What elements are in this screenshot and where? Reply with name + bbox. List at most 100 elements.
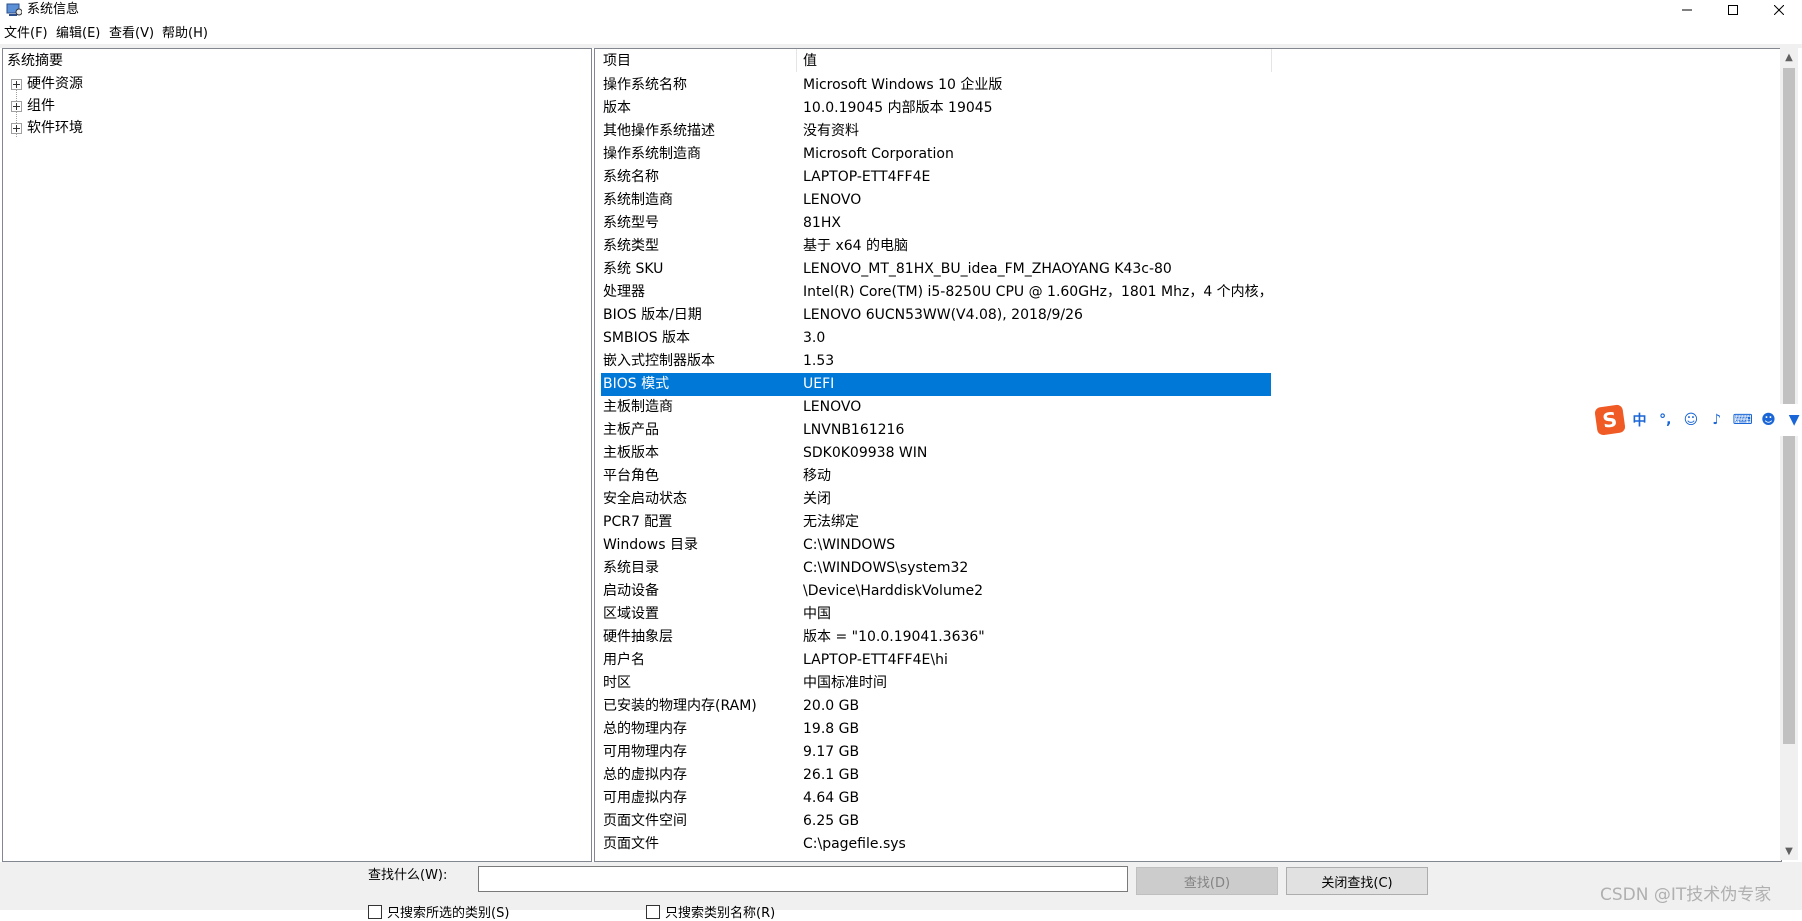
category-tree[interactable]: 系统摘要 硬件资源 组件 软件环境 <box>2 48 592 862</box>
table-row[interactable]: 总的物理内存 19.8 GB <box>601 718 1271 741</box>
expand-icon[interactable] <box>11 100 22 112</box>
row-item: 主板产品 <box>603 422 659 438</box>
user-icon[interactable]: ☻ <box>1759 410 1779 430</box>
row-value: C:\WINDOWS\system32 <box>803 560 969 576</box>
table-row[interactable]: 已安装的物理内存(RAM) 20.0 GB <box>601 695 1271 718</box>
row-item: 系统类型 <box>603 238 659 254</box>
tree-node-components[interactable]: 组件 <box>11 96 55 116</box>
table-row[interactable]: 页面文件空间 6.25 GB <box>601 810 1271 833</box>
table-row[interactable]: BIOS 版本/日期 LENOVO 6UCN53WW(V4.08), 2018/9… <box>601 304 1271 327</box>
table-row[interactable]: 启动设备 \Device\HarddiskVolume2 <box>601 580 1271 603</box>
row-item: 版本 <box>603 100 631 116</box>
table-row[interactable]: 主板制造商 LENOVO <box>601 396 1271 419</box>
table-row[interactable]: 系统类型 基于 x64 的电脑 <box>601 235 1271 258</box>
row-item: 时区 <box>603 675 631 691</box>
row-item: 页面文件 <box>603 836 659 852</box>
table-row[interactable]: 版本 10.0.19045 内部版本 19045 <box>601 97 1271 120</box>
table-row[interactable]: 页面文件 C:\pagefile.sys <box>601 833 1271 856</box>
row-value: 20.0 GB <box>803 698 860 714</box>
column-header-value[interactable]: 值 <box>803 52 817 70</box>
table-row[interactable]: SMBIOS 版本 3.0 <box>601 327 1271 350</box>
table-row[interactable]: 处理器 Intel(R) Core(TM) i5-8250U CPU @ 1.60… <box>601 281 1271 304</box>
punctuation-icon[interactable]: °, <box>1655 410 1675 430</box>
column-divider[interactable] <box>796 49 797 72</box>
table-row[interactable]: 其他操作系统描述 没有资料 <box>601 120 1271 143</box>
column-divider[interactable] <box>1271 49 1272 72</box>
table-row[interactable]: 区域设置 中国 <box>601 603 1271 626</box>
scroll-down-icon[interactable]: ▼ <box>1780 842 1798 860</box>
expand-icon[interactable] <box>11 122 22 134</box>
row-value: LNVNB161216 <box>803 422 905 438</box>
menu-help[interactable]: 帮助(H) <box>162 26 208 42</box>
maximize-button[interactable] <box>1710 0 1756 20</box>
tree-root-system-summary[interactable]: 系统摘要 <box>7 52 63 70</box>
checkbox[interactable] <box>368 904 382 919</box>
table-row[interactable]: Windows 目录 C:\WINDOWS <box>601 534 1271 557</box>
row-value: Microsoft Windows 10 企业版 <box>803 77 1003 93</box>
table-row[interactable]: 系统名称 LAPTOP-ETT4FF4E <box>601 166 1271 189</box>
table-row[interactable]: 操作系统名称 Microsoft Windows 10 企业版 <box>601 74 1271 97</box>
row-value: 中国标准时间 <box>803 675 887 691</box>
tree-node-software[interactable]: 软件环境 <box>11 118 83 138</box>
row-value: 无法绑定 <box>803 514 859 530</box>
microphone-icon[interactable]: ♪ <box>1707 410 1727 430</box>
table-row[interactable]: 安全启动状态 关闭 <box>601 488 1271 511</box>
table-row[interactable]: 系统型号 81HX <box>601 212 1271 235</box>
row-item: 可用虚拟内存 <box>603 790 687 806</box>
skin-icon[interactable]: ▼ <box>1784 410 1802 430</box>
table-row[interactable]: 系统 SKU LENOVO_MT_81HX_BU_idea_FM_ZHAOYANG… <box>601 258 1271 281</box>
table-row[interactable]: PCR7 配置 无法绑定 <box>601 511 1271 534</box>
menu-edit[interactable]: 编辑(E) <box>56 26 100 42</box>
table-row[interactable]: 嵌入式控制器版本 1.53 <box>601 350 1271 373</box>
tree-node-hardware[interactable]: 硬件资源 <box>11 74 83 94</box>
search-category-names-option[interactable]: 只搜索类别名称(R) <box>646 902 775 921</box>
emoji-icon[interactable]: ☺ <box>1681 410 1701 430</box>
table-row[interactable]: 用户名 LAPTOP-ETT4FF4E\hi <box>601 649 1271 672</box>
row-value: 19.8 GB <box>803 721 860 737</box>
row-value: C:\WINDOWS <box>803 537 896 553</box>
table-row[interactable]: 系统制造商 LENOVO <box>601 189 1271 212</box>
system-info-app-icon <box>6 3 22 16</box>
table-row[interactable]: 硬件抽象层 版本 = "10.0.19041.3636" <box>601 626 1271 649</box>
table-row[interactable]: 平台角色 移动 <box>601 465 1271 488</box>
table-row[interactable]: 系统目录 C:\WINDOWS\system32 <box>601 557 1271 580</box>
table-row[interactable]: BIOS 模式 UEFI <box>601 373 1271 396</box>
row-value: Intel(R) Core(TM) i5-8250U CPU @ 1.60GHz… <box>803 284 1269 300</box>
minimize-button[interactable] <box>1664 0 1710 20</box>
details-list[interactable]: 项目 值 操作系统名称 Microsoft Windows 10 企业版版本 10.… <box>594 48 1782 862</box>
row-value: LENOVO_MT_81HX_BU_idea_FM_ZHAOYANG K43c-… <box>803 261 1172 277</box>
row-item: SMBIOS 版本 <box>603 330 691 346</box>
menu-view[interactable]: 查看(V) <box>109 26 154 42</box>
expand-icon[interactable] <box>11 78 22 90</box>
row-item: 平台角色 <box>603 468 659 484</box>
scroll-up-icon[interactable]: ▲ <box>1780 48 1798 66</box>
search-selected-category-option[interactable]: 只搜索所选的类别(S) <box>368 902 509 921</box>
menu-bar: 文件(F) 编辑(E) 查看(V) 帮助(H) <box>0 24 1802 44</box>
table-row[interactable]: 主板产品 LNVNB161216 <box>601 419 1271 442</box>
close-find-button[interactable]: 关闭查找(C) <box>1286 867 1428 895</box>
row-value: LAPTOP-ETT4FF4E\hi <box>803 652 948 668</box>
table-row[interactable]: 操作系统制造商 Microsoft Corporation <box>601 143 1271 166</box>
ime-mode-toggle[interactable]: 中 <box>1630 410 1650 430</box>
table-row[interactable]: 主板版本 SDK0K09938 WIN <box>601 442 1271 465</box>
row-value: 基于 x64 的电脑 <box>803 238 908 254</box>
row-item: 系统名称 <box>603 169 659 185</box>
sogou-logo-icon[interactable]: S <box>1594 404 1626 436</box>
table-row[interactable]: 时区 中国标准时间 <box>601 672 1271 695</box>
table-row[interactable]: 总的虚拟内存 26.1 GB <box>601 764 1271 787</box>
vertical-scrollbar[interactable]: ▲ ▼ <box>1780 48 1798 860</box>
table-row[interactable]: 可用虚拟内存 4.64 GB <box>601 787 1271 810</box>
menu-file[interactable]: 文件(F) <box>4 26 48 42</box>
keyboard-icon[interactable]: ⌨ <box>1732 410 1752 430</box>
title-bar: 系统信息 <box>0 0 1802 22</box>
checkbox[interactable] <box>646 904 660 919</box>
table-row[interactable]: 可用物理内存 9.17 GB <box>601 741 1271 764</box>
row-item: 总的物理内存 <box>603 721 687 737</box>
row-item: 主板版本 <box>603 445 659 461</box>
column-header-item[interactable]: 项目 <box>603 52 631 70</box>
close-button[interactable] <box>1756 0 1802 20</box>
find-input[interactable] <box>478 866 1128 892</box>
row-item: 操作系统名称 <box>603 77 687 93</box>
find-button[interactable]: 查找(D) <box>1136 867 1278 895</box>
row-value: LAPTOP-ETT4FF4E <box>803 169 931 185</box>
